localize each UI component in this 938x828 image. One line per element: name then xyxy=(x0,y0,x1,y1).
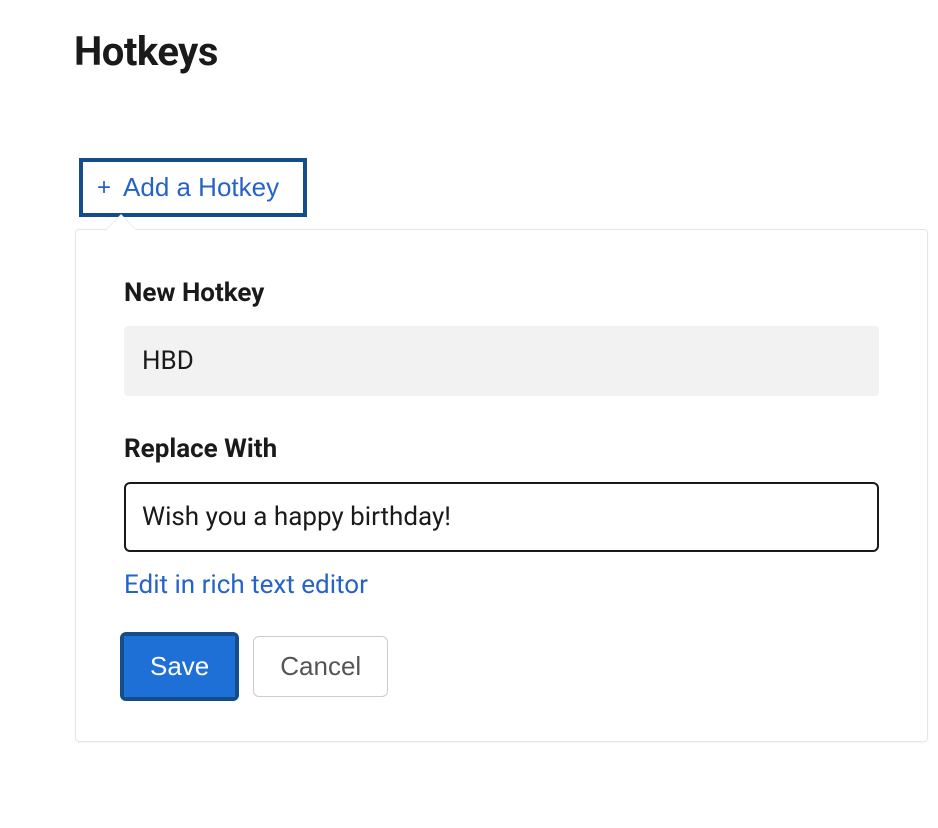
hotkey-form-popover: New Hotkey Replace With Edit in rich tex… xyxy=(75,212,928,742)
cancel-button[interactable]: Cancel xyxy=(253,636,388,697)
plus-icon: + xyxy=(97,174,111,202)
replace-with-field-group: Replace With xyxy=(124,434,879,552)
replace-with-input[interactable] xyxy=(124,482,879,552)
add-hotkey-label: Add a Hotkey xyxy=(123,172,279,203)
form-button-row: Save Cancel xyxy=(124,636,879,697)
popover-body: New Hotkey Replace With Edit in rich tex… xyxy=(75,229,928,742)
new-hotkey-field-group: New Hotkey xyxy=(124,278,879,396)
popover-arrow-inner xyxy=(106,215,136,230)
new-hotkey-input[interactable] xyxy=(124,326,879,396)
replace-with-label: Replace With xyxy=(124,434,879,464)
rich-text-editor-link[interactable]: Edit in rich text editor xyxy=(124,570,368,600)
save-button[interactable]: Save xyxy=(124,636,235,697)
page-title: Hotkeys xyxy=(0,0,938,75)
add-hotkey-button[interactable]: + Add a Hotkey xyxy=(79,158,307,217)
new-hotkey-label: New Hotkey xyxy=(124,278,879,308)
